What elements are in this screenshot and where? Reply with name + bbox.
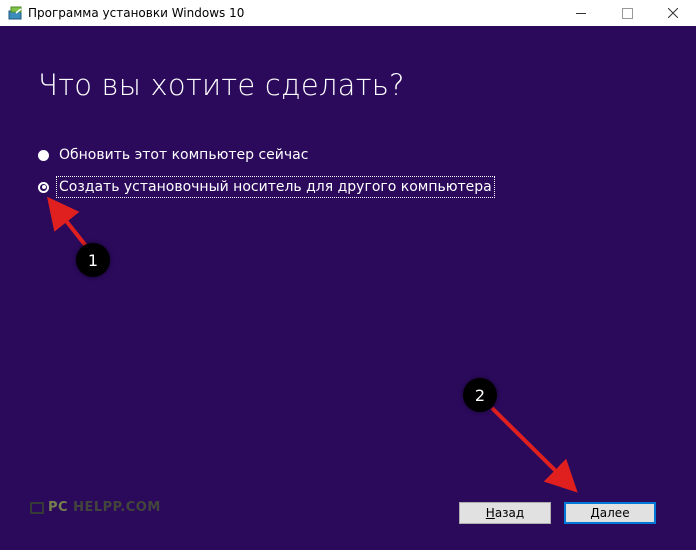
back-button-accel: Н: [485, 506, 495, 520]
setup-window: Программа установки Windows 10 Что вы хо…: [0, 0, 696, 550]
title-bar: Программа установки Windows 10: [0, 0, 696, 26]
radio-upgrade-pc[interactable]: [38, 149, 49, 161]
option-create-media[interactable]: Создать установочный носитель для другог…: [38, 176, 495, 198]
option-upgrade-pc[interactable]: Обновить этот компьютер сейчас: [38, 144, 310, 166]
radio-create-media[interactable]: [38, 181, 49, 193]
arrow-1: [47, 196, 88, 248]
arrow-2: [490, 406, 578, 493]
next-button[interactable]: Далее: [564, 502, 656, 524]
next-button-label: алее: [599, 506, 630, 520]
option-create-media-label: Создать установочный носитель для другог…: [56, 176, 495, 198]
annotation-badge-2: 2: [463, 378, 497, 412]
minimize-icon: [576, 12, 586, 14]
monitor-icon: [30, 501, 44, 514]
setup-app-icon: [8, 6, 22, 20]
maximize-icon: [621, 7, 633, 19]
next-button-accel: Д: [590, 506, 600, 520]
option-upgrade-pc-label: Обновить этот компьютер сейчас: [59, 147, 309, 163]
close-button[interactable]: [650, 0, 696, 26]
page-title: Что вы хотите сделать?: [38, 68, 405, 102]
watermark-logo: PC HELPP.COM: [30, 500, 161, 515]
close-icon: [668, 8, 678, 18]
back-button-label: азад: [494, 506, 525, 520]
window-title: Программа установки Windows 10: [28, 6, 245, 20]
annotation-badge-1: 1: [76, 243, 110, 277]
maximize-button[interactable]: [604, 0, 650, 26]
watermark-text: PC HELPP.COM: [48, 500, 161, 515]
back-button[interactable]: Назад: [459, 502, 551, 524]
minimize-button[interactable]: [558, 0, 604, 26]
